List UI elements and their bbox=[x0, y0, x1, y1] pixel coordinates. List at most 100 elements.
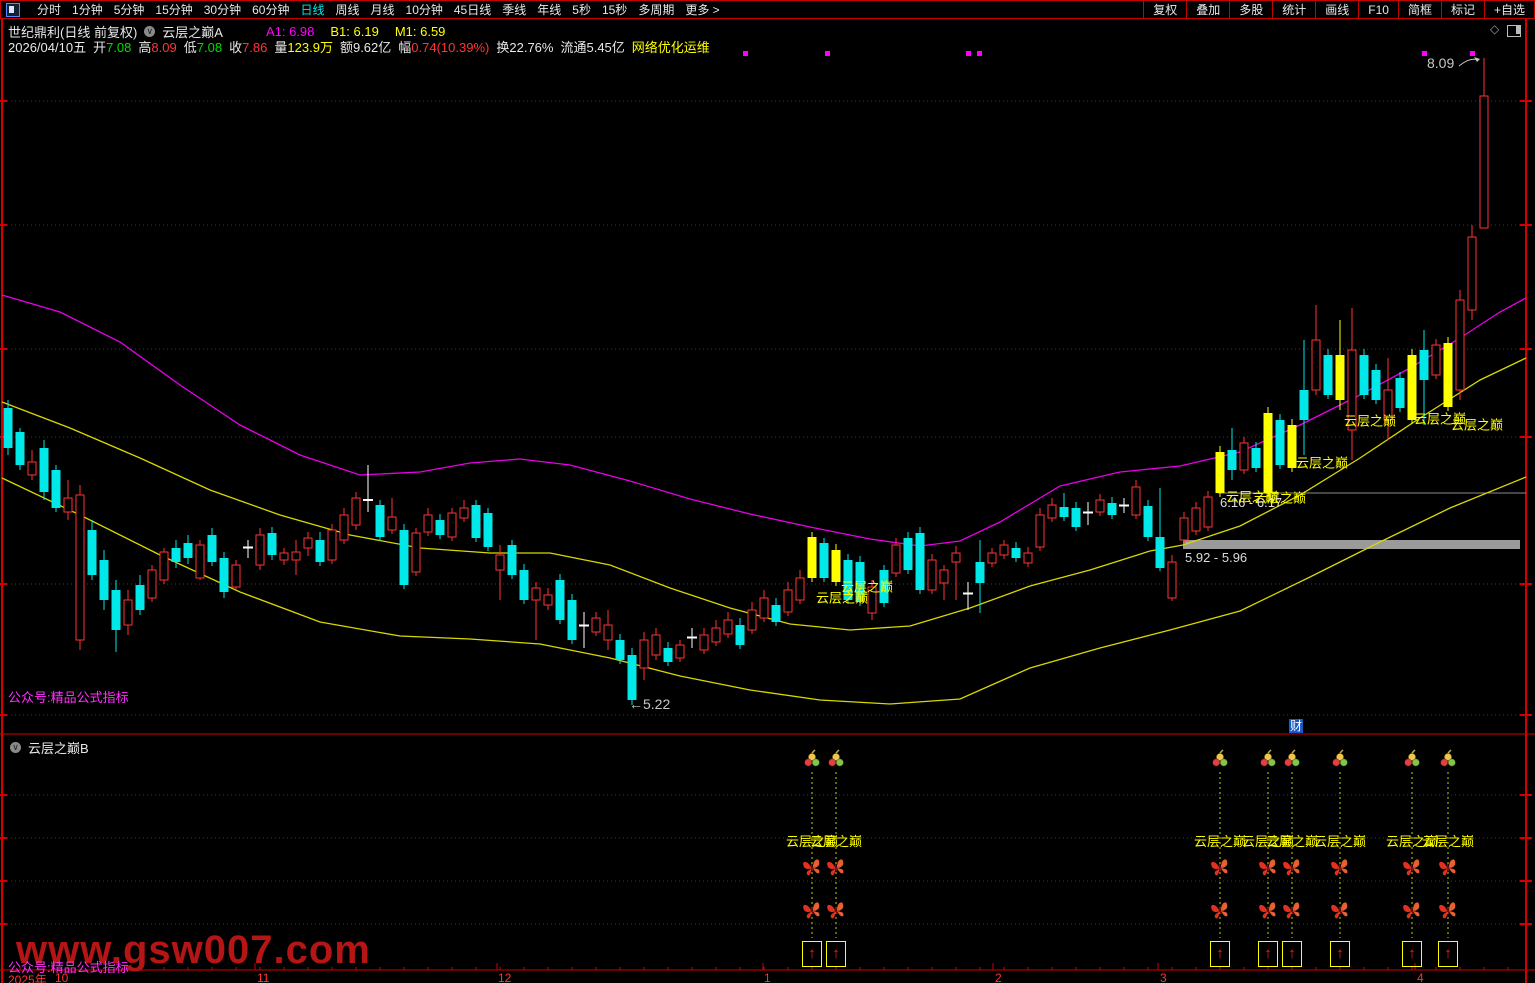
candle bbox=[1000, 540, 1008, 559]
magenta-dot bbox=[977, 51, 982, 56]
timeline-label: 2 bbox=[995, 971, 1002, 983]
candle bbox=[952, 546, 960, 600]
candle bbox=[16, 428, 25, 470]
buy-arrow-box: ↑ bbox=[1210, 941, 1230, 967]
candle bbox=[448, 508, 456, 541]
trading-app-window: 分时1分钟5分钟15分钟30分钟60分钟日线周线月线10分钟45日线季线年线5秒… bbox=[0, 0, 1535, 983]
candle bbox=[196, 540, 204, 580]
sub-signal-label: 云层之巅 bbox=[1194, 831, 1246, 850]
signal-annotation: 云层之巅 bbox=[1296, 453, 1348, 472]
quote-field: 换22.76% bbox=[496, 37, 553, 56]
sub-signal-label: 云层之巅 bbox=[1266, 831, 1318, 850]
candle bbox=[304, 532, 312, 556]
candle bbox=[724, 612, 732, 638]
candle bbox=[148, 565, 156, 602]
quote-field: 低7.08 bbox=[184, 37, 222, 56]
timeline-label: 2025年 bbox=[8, 971, 47, 983]
candle bbox=[1264, 407, 1273, 497]
candle bbox=[568, 594, 577, 644]
butterfly-icon bbox=[1211, 902, 1230, 919]
cai-badge[interactable]: 财 bbox=[1289, 719, 1303, 733]
candle bbox=[676, 640, 684, 662]
candle bbox=[988, 548, 996, 567]
candle bbox=[532, 582, 540, 640]
candle bbox=[1083, 502, 1093, 525]
candle bbox=[292, 540, 300, 575]
candle bbox=[820, 538, 829, 582]
sub-chart-header: ∨ 云层之巅B bbox=[10, 738, 89, 757]
candle bbox=[784, 582, 792, 616]
candle bbox=[160, 548, 168, 584]
chevron-down-icon[interactable]: ∨ bbox=[144, 26, 155, 37]
candle bbox=[4, 400, 13, 455]
candle bbox=[520, 564, 529, 604]
candle bbox=[376, 500, 385, 541]
panel-layout-icon[interactable] bbox=[1507, 24, 1521, 42]
cherry-icon bbox=[805, 750, 820, 766]
quote-field: 网络优化运维 bbox=[632, 37, 710, 56]
signal-annotation: 云层之巅 bbox=[1344, 411, 1396, 430]
candle bbox=[1240, 437, 1248, 474]
candle bbox=[100, 550, 109, 610]
quote-field: 开7.08 bbox=[93, 37, 131, 56]
candle bbox=[640, 632, 648, 680]
indicator-b-name[interactable]: 云层之巅B bbox=[28, 738, 89, 757]
candle bbox=[604, 610, 612, 650]
candle bbox=[1324, 349, 1333, 399]
candle bbox=[712, 620, 720, 646]
chevron-down-icon[interactable]: ∨ bbox=[10, 742, 21, 753]
candle bbox=[832, 544, 841, 586]
panel-diamond-icon[interactable]: ◇ bbox=[1490, 22, 1499, 36]
candle bbox=[1072, 502, 1081, 531]
candle bbox=[28, 450, 36, 480]
butterfly-icon bbox=[1283, 902, 1302, 919]
quote-field: 额9.62亿 bbox=[340, 37, 391, 56]
candle bbox=[1144, 500, 1153, 541]
watermark-wechat-1: 公众号:精品公式指标 bbox=[8, 687, 129, 706]
candle bbox=[412, 528, 420, 576]
candle bbox=[436, 514, 445, 539]
butterfly-icon bbox=[1331, 902, 1350, 919]
candle bbox=[484, 508, 493, 551]
candle bbox=[256, 528, 264, 570]
sub-signal-label: 云层之巅 bbox=[1422, 831, 1474, 850]
candle bbox=[1432, 339, 1440, 379]
candlestick-series bbox=[4, 58, 1489, 705]
quote-field: 2026/04/10五 bbox=[8, 37, 86, 56]
price-zone-bar bbox=[1183, 540, 1520, 549]
candle bbox=[976, 540, 985, 613]
magenta-dot bbox=[743, 51, 748, 56]
candle bbox=[208, 528, 217, 566]
candle bbox=[1096, 494, 1104, 516]
high-price-label: 8.09 bbox=[1427, 55, 1454, 71]
candle bbox=[1456, 290, 1464, 400]
candle bbox=[508, 540, 517, 579]
sub-signal-label: 云层之巅 bbox=[1314, 831, 1366, 850]
cherry-icon bbox=[1285, 750, 1300, 766]
candle bbox=[544, 588, 552, 610]
candle bbox=[1036, 508, 1044, 551]
candle bbox=[579, 612, 589, 648]
timeline-label: 4 bbox=[1417, 971, 1424, 983]
zone1-price-label: 6.16 - 6.17 bbox=[1220, 495, 1282, 510]
cherry-icon bbox=[1441, 750, 1456, 766]
cherry-icon bbox=[829, 750, 844, 766]
candle bbox=[664, 642, 673, 666]
candle bbox=[940, 565, 948, 600]
cherry-icon bbox=[1213, 750, 1228, 766]
quote-field: 流通5.45亿 bbox=[560, 37, 624, 56]
candle bbox=[352, 492, 360, 530]
candle bbox=[388, 498, 396, 534]
timeline-label: 11 bbox=[257, 971, 269, 983]
timeline-label: 12 bbox=[498, 971, 511, 983]
candle bbox=[328, 524, 336, 564]
candle bbox=[796, 570, 804, 604]
cherry-icon bbox=[1333, 750, 1348, 766]
candle bbox=[1468, 225, 1476, 320]
candle bbox=[652, 628, 660, 660]
candle bbox=[772, 598, 781, 626]
candle bbox=[472, 500, 481, 542]
candle bbox=[592, 612, 600, 636]
buy-arrow-box: ↑ bbox=[1438, 941, 1458, 967]
candle bbox=[232, 560, 240, 590]
